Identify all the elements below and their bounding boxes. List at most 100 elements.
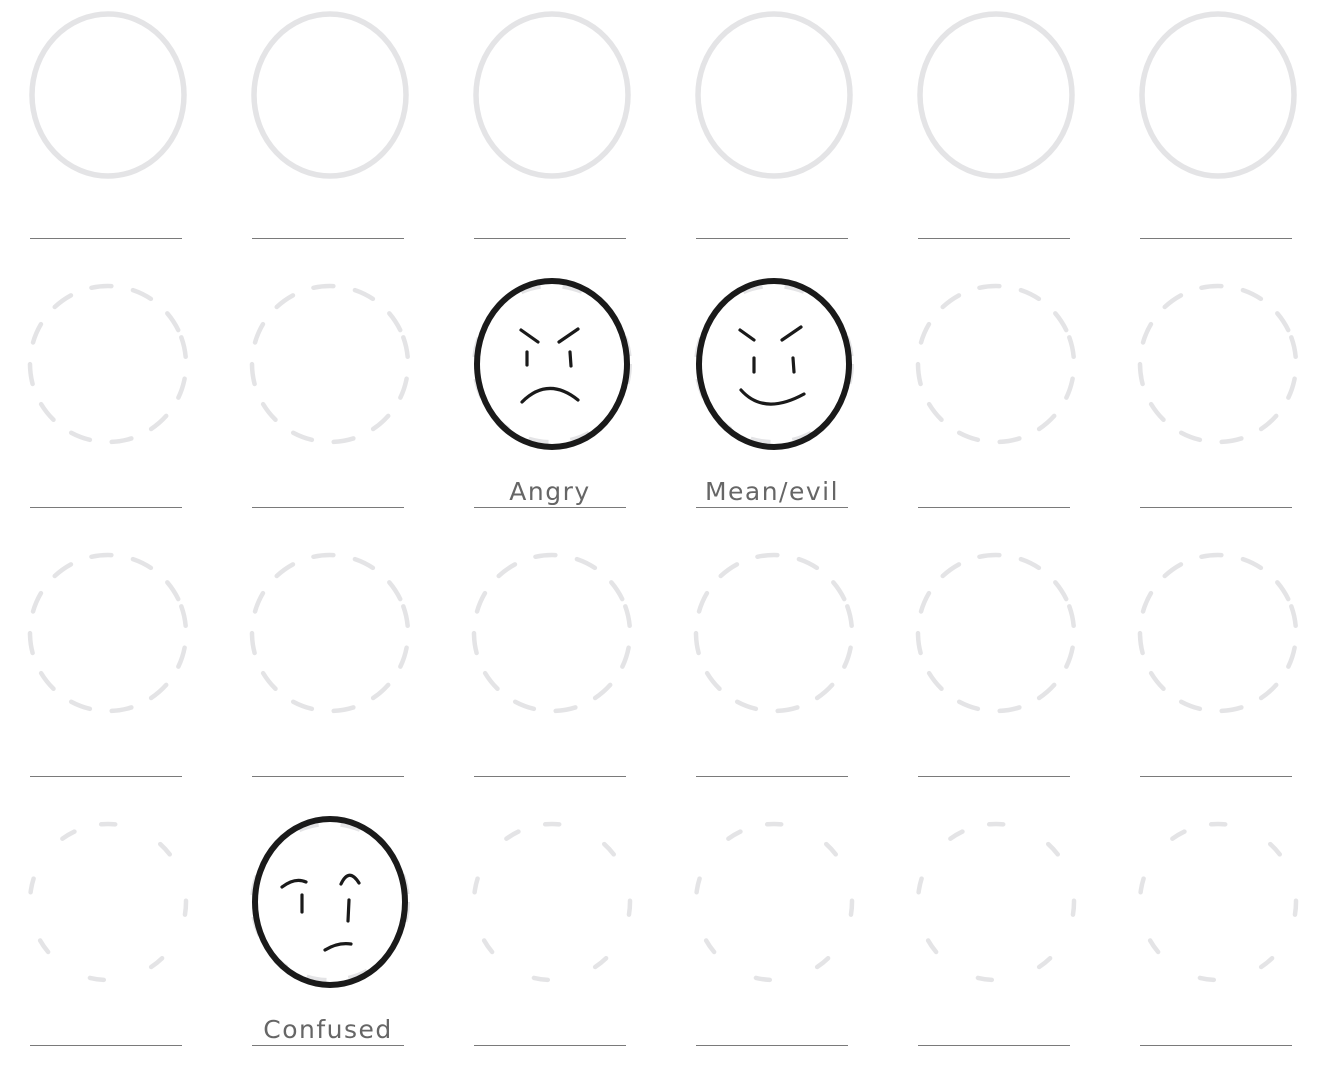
face-cell [676, 0, 898, 268]
face-head-outline [474, 278, 630, 450]
answer-line[interactable] [30, 507, 182, 508]
face-head-outline [252, 816, 408, 988]
blank-face-outline[interactable] [454, 538, 676, 768]
blank-face-outline[interactable] [1120, 538, 1319, 768]
face-cell [1120, 0, 1319, 268]
face-cell: Angry [454, 269, 676, 537]
blank-face-outline[interactable] [1120, 0, 1319, 230]
face-cell [232, 0, 454, 268]
face-outline [471, 821, 633, 983]
blank-face-outline[interactable] [10, 538, 232, 768]
blank-face-outline[interactable] [676, 0, 898, 230]
face-outline [29, 11, 187, 179]
face-outline [1137, 283, 1299, 445]
face-outline [915, 283, 1077, 445]
face-outline [917, 11, 1075, 179]
answer-line[interactable] [1140, 507, 1292, 508]
blank-face-outline[interactable] [898, 0, 1120, 230]
face-outline [1137, 821, 1299, 983]
smirk-mouth [739, 388, 806, 406]
face-cell [232, 269, 454, 537]
face-cell [454, 538, 676, 806]
face-cell [676, 538, 898, 806]
blank-face-outline[interactable] [232, 269, 454, 499]
face-cell [10, 807, 232, 1075]
blank-face-outline[interactable] [1120, 269, 1319, 499]
uncertain-mouth [323, 942, 353, 952]
blank-face-outline[interactable] [1120, 807, 1319, 1037]
face-cell [898, 538, 1120, 806]
blank-face-outline[interactable] [454, 807, 676, 1037]
blank-face-outline[interactable] [232, 0, 454, 230]
face-outline [473, 11, 631, 179]
blank-face-outline[interactable] [10, 0, 232, 230]
face-cell [898, 269, 1120, 537]
blank-face-outline[interactable] [454, 0, 676, 230]
blank-face-outline[interactable] [898, 538, 1120, 768]
face-outline [27, 552, 189, 714]
frown-mouth [520, 386, 580, 404]
face-cell: Confused [232, 807, 454, 1075]
answer-line[interactable] [30, 1045, 182, 1046]
face-cell: Mean/evil [676, 269, 898, 537]
face-outline [251, 11, 409, 179]
face-outline [1137, 552, 1299, 714]
answer-line[interactable] [30, 238, 182, 239]
face-outline [915, 821, 1077, 983]
angry-eyes [525, 350, 573, 368]
face-outline [471, 552, 633, 714]
confused-eyes [300, 893, 351, 923]
answer-line[interactable] [1140, 238, 1292, 239]
answer-line[interactable] [1140, 1045, 1292, 1046]
blank-face-outline[interactable] [676, 538, 898, 768]
blank-face-outline[interactable] [10, 807, 232, 1037]
face-caption: Angry [509, 477, 591, 506]
answer-line[interactable] [696, 238, 848, 239]
answer-line[interactable] [918, 1045, 1070, 1046]
face-cell [1120, 807, 1319, 1075]
confused-eyebrows [280, 873, 361, 889]
face-head-outline [696, 278, 852, 450]
answer-line[interactable] [474, 507, 626, 508]
answer-line[interactable] [918, 507, 1070, 508]
answer-line[interactable] [252, 776, 404, 777]
answer-line[interactable] [474, 1045, 626, 1046]
blank-face-outline[interactable] [676, 807, 898, 1037]
face-outline [693, 821, 855, 983]
face-cell [232, 538, 454, 806]
face-cell [898, 0, 1120, 268]
face-outline [695, 11, 853, 179]
face-outline [249, 283, 411, 445]
face-cell [1120, 269, 1319, 537]
face-cell [454, 807, 676, 1075]
answer-line[interactable] [696, 776, 848, 777]
blank-face-outline[interactable] [232, 538, 454, 768]
face-caption: Mean/evil [704, 477, 840, 506]
face-outline [693, 552, 855, 714]
face-cell [10, 538, 232, 806]
face-cell [898, 807, 1120, 1075]
face-outline [249, 552, 411, 714]
answer-line[interactable] [696, 1045, 848, 1046]
face-cell [10, 0, 232, 268]
evil-eyes [752, 356, 796, 374]
face-cell [676, 807, 898, 1075]
blank-face-outline[interactable] [898, 807, 1120, 1037]
answer-line[interactable] [474, 776, 626, 777]
answer-line[interactable] [252, 1045, 404, 1046]
face-outline [915, 552, 1077, 714]
blank-face-outline[interactable] [10, 269, 232, 499]
emotion-faces-worksheet: Angry Mean/evil Confused [0, 0, 1319, 1049]
answer-line[interactable] [696, 507, 848, 508]
confused-face-icon [232, 807, 454, 1037]
answer-line[interactable] [1140, 776, 1292, 777]
answer-line[interactable] [918, 238, 1070, 239]
answer-line[interactable] [30, 776, 182, 777]
answer-line[interactable] [252, 238, 404, 239]
blank-face-outline[interactable] [898, 269, 1120, 499]
face-cell [454, 0, 676, 268]
answer-line[interactable] [474, 238, 626, 239]
answer-line[interactable] [918, 776, 1070, 777]
face-cell [10, 269, 232, 537]
answer-line[interactable] [252, 507, 404, 508]
